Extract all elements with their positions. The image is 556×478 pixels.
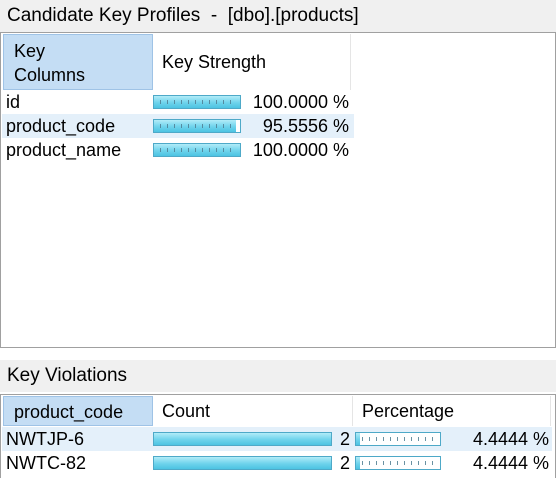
key-violations-grid[interactable]: product_code Count Percentage NWTJP-6 2 … bbox=[0, 394, 556, 478]
violation-row[interactable]: NWTJP-6 2 4.4444 % bbox=[2, 427, 552, 451]
column-header-percentage[interactable]: Percentage bbox=[353, 396, 551, 426]
column-header-key-strength-label: Key Strength bbox=[162, 52, 267, 72]
violation-count: 2 bbox=[339, 453, 350, 473]
key-column-name: product_code bbox=[6, 116, 116, 136]
column-header-product-code[interactable]: product_code bbox=[3, 396, 153, 426]
violation-percentage: 4.4444 % bbox=[472, 429, 549, 449]
column-header-count[interactable]: Count bbox=[153, 396, 353, 426]
violation-count: 2 bbox=[339, 429, 350, 449]
key-column-name: id bbox=[6, 92, 21, 112]
violation-code: NWTJP-6 bbox=[6, 429, 84, 449]
column-header-key-columns-label: Key Columns bbox=[14, 41, 86, 85]
key-profile-row[interactable]: product_code 95.5556 % bbox=[2, 114, 354, 138]
key-profile-row[interactable]: id 100.0000 % bbox=[2, 90, 352, 114]
column-header-count-label: Count bbox=[162, 401, 211, 421]
percentage-bar bbox=[355, 456, 441, 470]
strength-value: 100.0000 % bbox=[252, 92, 349, 112]
column-header-key-columns[interactable]: Key Columns bbox=[3, 34, 153, 90]
key-violations-title: Key Violations bbox=[0, 360, 556, 392]
strength-value: 95.5556 % bbox=[262, 116, 349, 136]
column-header-product-code-label: product_code bbox=[14, 402, 124, 422]
strength-value: 100.0000 % bbox=[252, 140, 349, 160]
count-bar bbox=[153, 456, 332, 470]
violation-row[interactable]: NWTC-82 2 4.4444 % bbox=[2, 451, 552, 475]
key-column-name: product_name bbox=[6, 140, 122, 160]
percentage-bar bbox=[355, 432, 441, 446]
strength-bar bbox=[153, 143, 241, 157]
key-profiles-grid[interactable]: Key Columns Key Strength id 100.0000 % p… bbox=[0, 32, 556, 348]
violation-percentage: 4.4444 % bbox=[472, 453, 549, 473]
column-header-percentage-label: Percentage bbox=[362, 401, 455, 421]
strength-bar bbox=[153, 95, 241, 109]
column-header-key-strength[interactable]: Key Strength bbox=[153, 34, 351, 90]
violation-code: NWTC-82 bbox=[6, 453, 86, 473]
count-bar bbox=[153, 432, 332, 446]
key-profile-row[interactable]: product_name 100.0000 % bbox=[2, 138, 352, 162]
key-profiles-title: Candidate Key Profiles - [dbo].[products… bbox=[0, 0, 556, 32]
strength-bar bbox=[153, 119, 241, 133]
